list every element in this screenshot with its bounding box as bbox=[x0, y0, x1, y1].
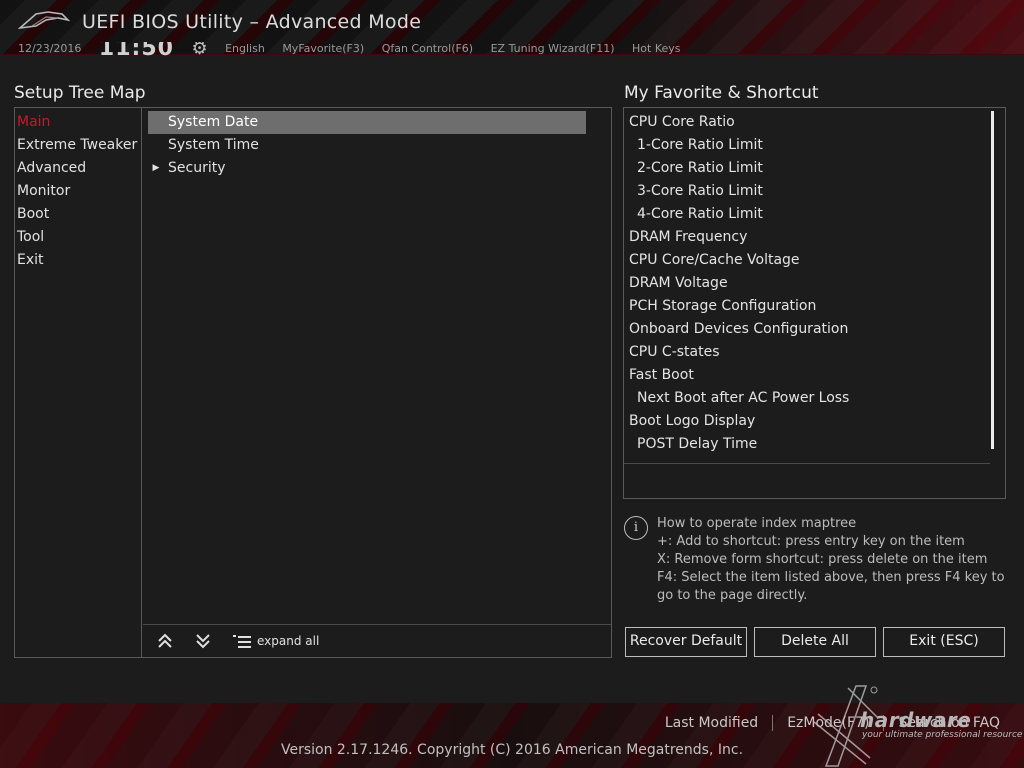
language-selector[interactable]: English bbox=[225, 42, 265, 55]
category-main[interactable]: Main bbox=[15, 111, 141, 134]
help-text: How to operate index maptree +: Add to s… bbox=[657, 515, 1007, 605]
favorite-item[interactable]: CPU Core Ratio bbox=[624, 111, 990, 134]
favorite-item[interactable]: Next Boot after AC Power Loss bbox=[624, 387, 990, 410]
category-exit[interactable]: Exit bbox=[15, 249, 141, 272]
favorite-item[interactable]: PCH Storage Configuration bbox=[624, 295, 990, 318]
hot-keys-shortcut[interactable]: Hot Keys bbox=[632, 42, 681, 55]
help-line: X: Remove form shortcut: press delete on… bbox=[657, 552, 988, 567]
tree-item-label: System Date bbox=[168, 114, 259, 130]
setup-tree-panel: Main Extreme Tweaker Advanced Monitor Bo… bbox=[14, 107, 612, 658]
ez-tuning-wizard-shortcut[interactable]: EZ Tuning Wizard(F11) bbox=[491, 42, 615, 55]
favorite-item[interactable]: 3-Core Ratio Limit bbox=[624, 180, 990, 203]
favorite-item[interactable]: 2-Core Ratio Limit bbox=[624, 157, 990, 180]
category-list: Main Extreme Tweaker Advanced Monitor Bo… bbox=[15, 108, 142, 657]
favorite-item[interactable]: CPU C-states bbox=[624, 341, 990, 364]
favorite-item[interactable]: DRAM Voltage bbox=[624, 272, 990, 295]
tree-item-label: System Time bbox=[168, 137, 259, 153]
tree-item-label: Security bbox=[168, 160, 226, 176]
tree-toolbar: expand all bbox=[143, 624, 611, 658]
help-line: F4: Select the item listed above, then p… bbox=[657, 570, 1005, 603]
favorite-item[interactable]: CPU Core/Cache Voltage bbox=[624, 249, 990, 272]
category-extreme-tweaker[interactable]: Extreme Tweaker bbox=[15, 134, 141, 157]
list-icon bbox=[233, 634, 251, 648]
expand-down-icon[interactable] bbox=[191, 631, 215, 651]
rog-logo-icon bbox=[18, 11, 70, 30]
favorites-scrollbar[interactable] bbox=[991, 111, 994, 449]
info-icon: i bbox=[624, 516, 648, 540]
favorite-item[interactable]: Boot Logo Display bbox=[624, 410, 990, 433]
tree-item-list: System Date System Time ▶ Security bbox=[143, 108, 611, 623]
favorites-title: My Favorite & Shortcut bbox=[624, 83, 819, 103]
delete-all-button[interactable]: Delete All bbox=[754, 627, 876, 657]
favorites-panel: CPU Core Ratio 1-Core Ratio Limit 2-Core… bbox=[623, 107, 1006, 499]
tree-item-system-date[interactable]: System Date bbox=[148, 111, 586, 134]
title-bar: UEFI BIOS Utility – Advanced Mode 12/23/… bbox=[0, 0, 1024, 56]
exit-button[interactable]: Exit (ESC) bbox=[883, 627, 1005, 657]
favorite-item[interactable]: 1-Core Ratio Limit bbox=[624, 134, 990, 157]
favorite-item[interactable]: Onboard Devices Configuration bbox=[624, 318, 990, 341]
qfan-control-shortcut[interactable]: Qfan Control(F6) bbox=[382, 42, 473, 55]
time-display: 11:50 bbox=[98, 42, 174, 56]
last-modified-link[interactable]: Last Modified bbox=[651, 715, 774, 731]
category-monitor[interactable]: Monitor bbox=[15, 180, 141, 203]
help-line: +: Add to shortcut: press entry key on t… bbox=[657, 534, 965, 549]
category-boot[interactable]: Boot bbox=[15, 203, 141, 226]
favorite-item[interactable]: Fast Boot bbox=[624, 364, 990, 387]
expand-all-button[interactable]: expand all bbox=[233, 631, 319, 651]
favorite-item[interactable]: DRAM Frequency bbox=[624, 226, 990, 249]
favorite-item[interactable]: 4-Core Ratio Limit bbox=[624, 203, 990, 226]
recover-default-button[interactable]: Recover Default bbox=[625, 627, 747, 657]
status-bar: 12/23/2016 11:50 ⚙ English MyFavorite(F3… bbox=[18, 42, 818, 56]
watermark-tagline: your ultimate professional resource bbox=[862, 730, 1023, 740]
favorite-shortcut[interactable]: MyFavorite(F3) bbox=[282, 42, 364, 55]
gear-icon[interactable]: ⚙ bbox=[191, 42, 207, 56]
category-tool[interactable]: Tool bbox=[15, 226, 141, 249]
tree-item-system-time[interactable]: System Time bbox=[148, 134, 586, 157]
category-advanced[interactable]: Advanced bbox=[15, 157, 141, 180]
date-display: 12/23/2016 bbox=[18, 42, 82, 55]
watermark-brand: hardware bbox=[860, 708, 972, 732]
setup-tree-map-title: Setup Tree Map bbox=[14, 83, 146, 103]
collapse-up-icon[interactable] bbox=[153, 631, 177, 651]
expand-all-label: expand all bbox=[257, 634, 320, 648]
help-line: How to operate index maptree bbox=[657, 516, 857, 531]
favorite-item[interactable]: POST Delay Time bbox=[624, 433, 990, 456]
tree-item-security[interactable]: ▶ Security bbox=[148, 157, 586, 180]
page-title: UEFI BIOS Utility – Advanced Mode bbox=[82, 11, 422, 33]
favorites-list: CPU Core Ratio 1-Core Ratio Limit 2-Core… bbox=[624, 111, 990, 464]
expand-arrow-icon[interactable]: ▶ bbox=[148, 157, 164, 180]
